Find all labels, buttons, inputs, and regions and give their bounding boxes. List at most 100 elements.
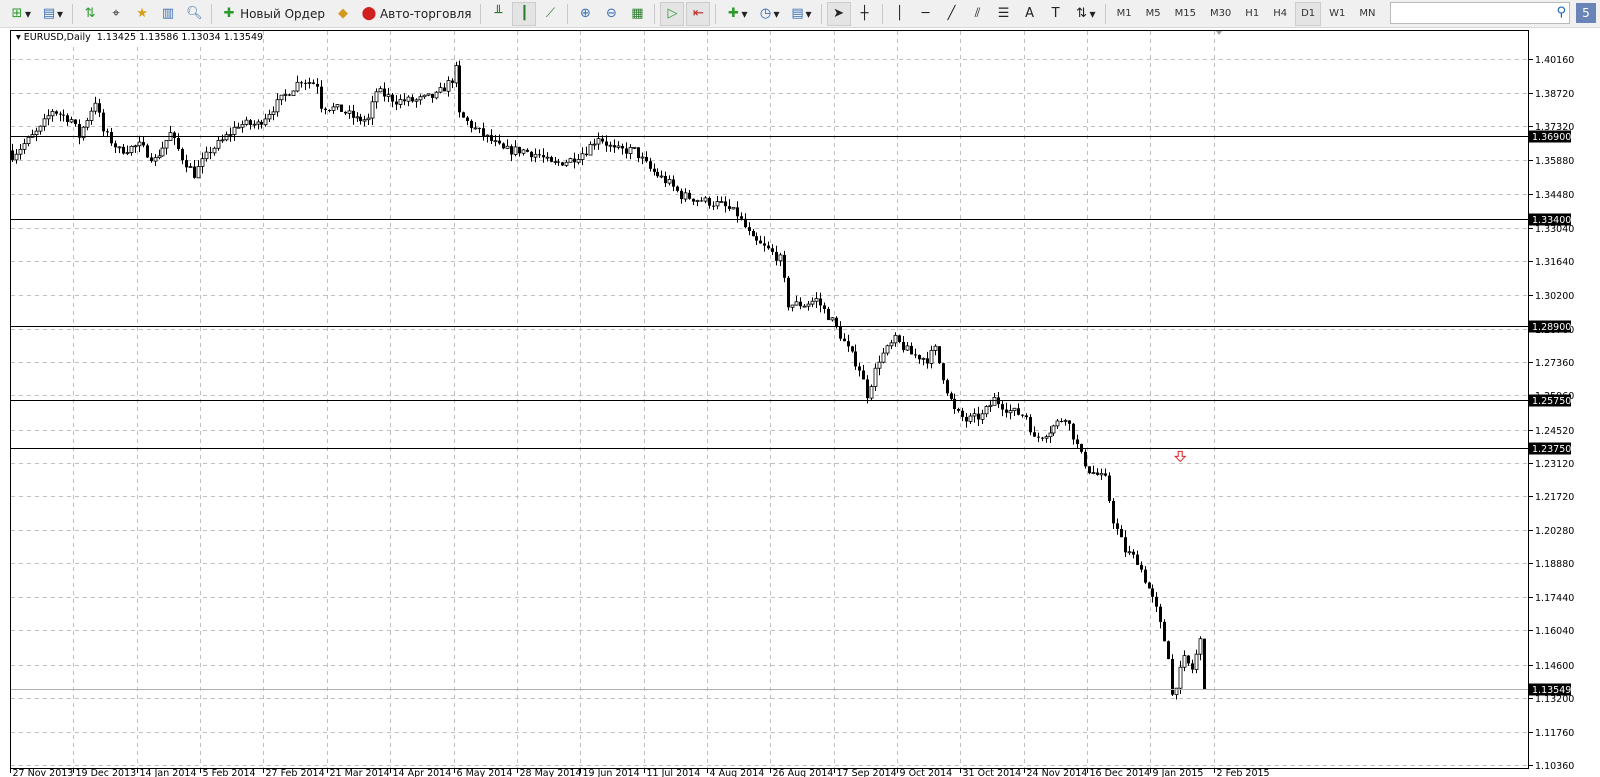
candle-body — [46, 115, 51, 120]
candle-body — [676, 186, 679, 191]
candle-body — [34, 130, 39, 136]
candle-body — [898, 335, 901, 343]
candle-body — [347, 110, 352, 114]
candle-body — [823, 305, 826, 309]
candle-body — [426, 93, 431, 96]
x-tick-label: 9 Oct 2014 — [900, 768, 953, 777]
candle-body — [451, 80, 454, 83]
y-tick-label: 1.11760 — [1535, 728, 1574, 739]
candle-body — [988, 404, 993, 407]
candle-body — [300, 82, 303, 84]
y-tick-label: 1.18880 — [1535, 559, 1574, 570]
candle-body — [1187, 655, 1190, 664]
candle-body — [26, 136, 31, 145]
candle-body — [972, 413, 977, 417]
candle-body — [961, 410, 964, 417]
candle-body — [232, 126, 237, 135]
candle-body — [667, 179, 672, 184]
x-tick-label: 14 Jan 2014 — [140, 768, 197, 777]
candle-body — [324, 108, 327, 110]
candle-body — [50, 110, 55, 117]
candle-body — [454, 65, 459, 84]
candle-body — [458, 65, 461, 113]
candle-body — [1063, 420, 1068, 422]
candle-body — [406, 96, 411, 102]
x-tick-label: 26 Aug 2014 — [773, 768, 834, 777]
candle-body — [1080, 444, 1083, 452]
ohlc-open: 1.13425 — [96, 32, 137, 43]
candle-body — [585, 153, 588, 156]
symbol-label: EURUSD,Daily — [23, 32, 91, 43]
candle-body — [977, 413, 980, 420]
candle-body — [659, 175, 664, 178]
candle-body — [810, 300, 815, 305]
candle-body — [1155, 596, 1158, 607]
candle-body — [1159, 606, 1162, 622]
candle-body — [794, 301, 799, 306]
candle-body — [526, 149, 529, 152]
chart-legend: ▾ EURUSD,Daily 1.13425 1.13586 1.13034 1… — [16, 32, 264, 43]
candle-body — [640, 156, 645, 159]
candle-body — [493, 140, 498, 143]
candle-body — [715, 201, 720, 207]
candle-body — [505, 145, 510, 149]
candle-body — [628, 147, 633, 155]
candle-body — [478, 127, 481, 129]
candle-body — [968, 415, 973, 422]
candle-body — [542, 155, 545, 158]
candle-body — [914, 354, 917, 356]
candle-body — [802, 305, 807, 308]
candle-body — [984, 406, 989, 415]
y-tick-label: 1.34480 — [1535, 190, 1574, 201]
candle-body — [1182, 655, 1187, 668]
candle-body — [89, 110, 94, 121]
candle-body — [279, 94, 284, 101]
candle-body — [830, 317, 835, 321]
candle-body — [331, 106, 336, 111]
candle-body — [672, 179, 675, 187]
candle-body — [1091, 472, 1096, 474]
candle-body — [708, 197, 711, 206]
candle-body — [1033, 432, 1036, 437]
candle-body — [200, 158, 205, 167]
candle-body — [256, 121, 261, 125]
candle-body — [700, 200, 703, 202]
candle-body — [827, 308, 830, 320]
candle-body — [806, 303, 811, 307]
candle-body — [150, 157, 153, 162]
candle-body — [946, 380, 949, 394]
candle-body — [728, 206, 731, 209]
candle-body — [881, 352, 886, 363]
candle-body — [518, 146, 521, 154]
candle-body — [173, 132, 176, 138]
candle-body — [573, 158, 576, 163]
candle-body — [601, 138, 604, 142]
candle-body — [446, 80, 451, 92]
candle-body — [902, 342, 905, 351]
candle-body — [320, 86, 323, 109]
candle-body — [291, 90, 296, 97]
candle-body — [403, 99, 406, 102]
candle-body — [1088, 466, 1091, 474]
price-chart[interactable]: 1.401601.387201.373201.358801.344801.330… — [0, 0, 1600, 777]
y-tick-label: 1.20280 — [1535, 526, 1574, 537]
candle-body — [240, 124, 245, 128]
candle-body — [653, 168, 656, 172]
y-tick-label: 1.17440 — [1535, 593, 1574, 604]
candle-body — [550, 157, 553, 162]
level-price-label: 1.28900 — [1532, 322, 1571, 333]
ohlc-low: 1.13034 — [181, 32, 221, 43]
candle-body — [1167, 641, 1170, 660]
candle-body — [352, 110, 355, 118]
candle-body — [220, 139, 225, 142]
candle-body — [767, 245, 770, 249]
candle-body — [752, 231, 755, 237]
candle-body — [106, 131, 109, 133]
y-tick-label: 1.23120 — [1535, 459, 1574, 470]
candle-body — [616, 145, 621, 148]
x-tick-label: 27 Feb 2014 — [266, 768, 325, 777]
candle-body — [466, 117, 469, 121]
candle-body — [621, 145, 624, 149]
candle-body — [252, 123, 257, 126]
candle-body — [877, 361, 882, 369]
